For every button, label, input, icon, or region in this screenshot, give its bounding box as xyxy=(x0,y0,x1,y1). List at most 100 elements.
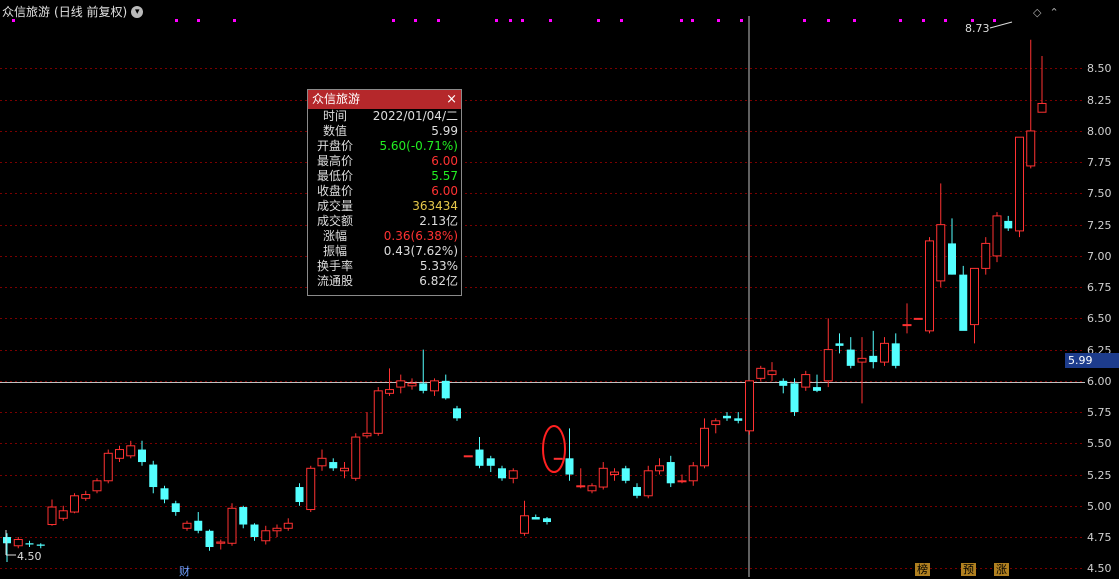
candle[interactable] xyxy=(441,374,450,400)
candle[interactable] xyxy=(261,525,271,545)
candle[interactable] xyxy=(666,455,675,488)
candle[interactable] xyxy=(250,523,259,541)
candle[interactable] xyxy=(925,237,934,334)
candle[interactable] xyxy=(272,524,282,538)
candle-body xyxy=(666,462,675,484)
candle[interactable] xyxy=(283,518,293,531)
candle[interactable] xyxy=(981,237,991,275)
candle[interactable] xyxy=(813,374,821,393)
candle-body xyxy=(430,380,439,392)
ranking-marker[interactable]: 榜 xyxy=(915,563,930,576)
candle[interactable] xyxy=(306,465,316,513)
candle[interactable] xyxy=(182,520,192,531)
candle[interactable] xyxy=(351,433,361,481)
candle[interactable] xyxy=(723,412,731,421)
candle[interactable] xyxy=(171,500,180,516)
candle[interactable] xyxy=(1026,39,1036,169)
candle[interactable] xyxy=(790,378,799,416)
candle[interactable] xyxy=(700,418,709,469)
candle[interactable] xyxy=(553,457,563,460)
candle[interactable] xyxy=(81,490,91,501)
candle[interactable] xyxy=(767,362,777,381)
candle-body xyxy=(373,390,383,434)
limit-up-marker[interactable]: 涨 xyxy=(994,563,1009,576)
candle[interactable] xyxy=(677,474,687,484)
candle[interactable] xyxy=(688,462,698,486)
candle[interactable] xyxy=(801,370,811,391)
candle[interactable] xyxy=(47,499,57,526)
candle[interactable] xyxy=(36,543,45,549)
forecast-marker[interactable]: 预 xyxy=(961,563,976,576)
candle[interactable] xyxy=(655,458,664,475)
candle[interactable] xyxy=(295,483,304,506)
candle[interactable] xyxy=(621,465,630,484)
candle[interactable] xyxy=(58,505,68,521)
candle[interactable] xyxy=(115,445,124,463)
candle[interactable] xyxy=(498,465,506,481)
candle[interactable] xyxy=(587,483,597,494)
collapse-icon[interactable]: ⌃ xyxy=(1049,6,1058,19)
candle[interactable] xyxy=(216,539,226,550)
candle[interactable] xyxy=(373,387,383,436)
candle[interactable] xyxy=(508,468,518,484)
candle[interactable] xyxy=(756,365,766,381)
candle[interactable] xyxy=(643,465,653,499)
candle[interactable] xyxy=(205,529,214,551)
candle[interactable] xyxy=(543,517,551,525)
candle[interactable] xyxy=(576,468,586,489)
candle[interactable] xyxy=(70,493,79,514)
candle[interactable] xyxy=(970,267,979,344)
candle[interactable] xyxy=(734,412,743,424)
close-icon[interactable]: × xyxy=(446,90,457,109)
candle[interactable] xyxy=(138,440,146,466)
candle[interactable] xyxy=(823,318,833,388)
candle[interactable] xyxy=(239,505,248,529)
candle[interactable] xyxy=(846,337,855,369)
candle[interactable] xyxy=(317,449,327,471)
candle[interactable] xyxy=(362,412,372,439)
candle[interactable] xyxy=(149,460,158,494)
candle[interactable] xyxy=(902,303,912,334)
candle[interactable] xyxy=(779,378,788,394)
candle[interactable] xyxy=(857,337,867,404)
candle[interactable] xyxy=(475,437,484,469)
candle[interactable] xyxy=(407,378,417,390)
candle[interactable] xyxy=(3,533,11,563)
candle[interactable] xyxy=(1037,55,1047,113)
diamond-icon[interactable]: ◇ xyxy=(1033,6,1041,19)
candle[interactable] xyxy=(869,330,878,369)
candle[interactable] xyxy=(711,418,721,434)
candle[interactable] xyxy=(396,374,406,394)
candle[interactable] xyxy=(329,458,338,471)
candle[interactable] xyxy=(959,265,968,331)
candle[interactable] xyxy=(1004,215,1013,231)
candle[interactable] xyxy=(745,380,754,435)
candle[interactable] xyxy=(992,212,1002,263)
candle[interactable] xyxy=(453,405,461,421)
candle[interactable] xyxy=(936,183,946,288)
candle[interactable] xyxy=(92,478,102,494)
kline-chart[interactable] xyxy=(0,0,1119,577)
candle[interactable] xyxy=(1015,136,1024,238)
candle[interactable] xyxy=(486,455,495,473)
candle[interactable] xyxy=(103,449,113,484)
candle[interactable] xyxy=(610,468,619,481)
candle[interactable] xyxy=(633,483,641,499)
chevron-down-icon[interactable]: ▾ xyxy=(131,5,144,18)
candle[interactable] xyxy=(227,503,237,546)
candle[interactable] xyxy=(160,485,169,504)
candle[interactable] xyxy=(13,537,23,549)
candle[interactable] xyxy=(430,378,439,396)
candle[interactable] xyxy=(531,514,540,520)
candle[interactable] xyxy=(880,337,889,366)
candle[interactable] xyxy=(565,428,574,481)
candle[interactable] xyxy=(891,333,900,369)
candle[interactable] xyxy=(463,455,473,458)
candle[interactable] xyxy=(948,218,956,275)
candle[interactable] xyxy=(126,440,136,459)
candle[interactable] xyxy=(913,317,923,320)
candle[interactable] xyxy=(419,349,428,394)
candle[interactable] xyxy=(194,512,203,534)
candle[interactable] xyxy=(25,540,34,548)
candle[interactable] xyxy=(598,462,608,490)
